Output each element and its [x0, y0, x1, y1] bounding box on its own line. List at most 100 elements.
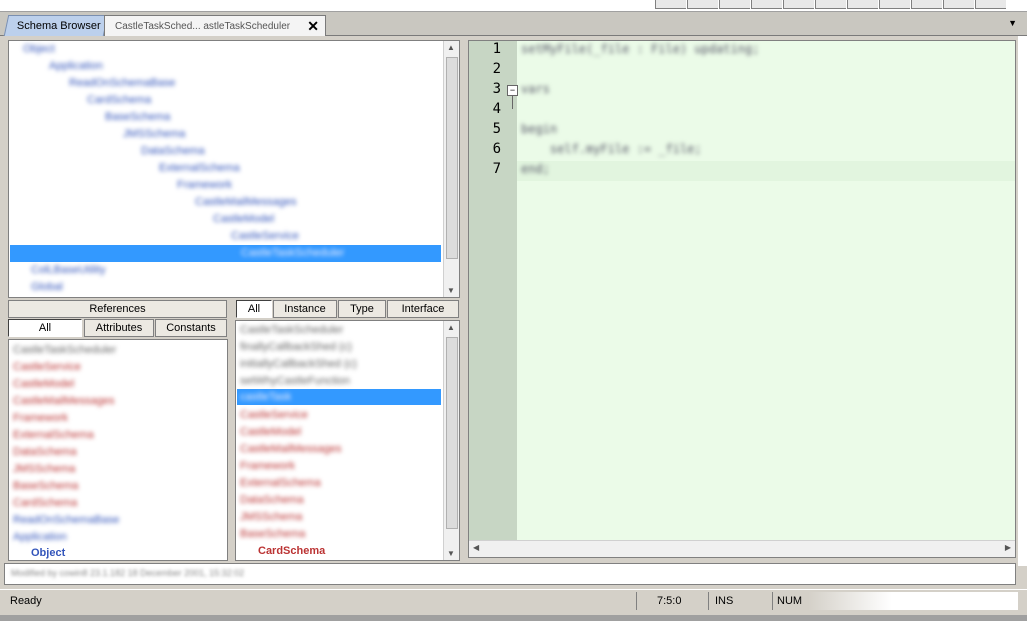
list-item[interactable]: CastleMailMessages [240, 441, 341, 457]
tree-item[interactable]: Object [23, 41, 55, 57]
list-item[interactable]: CastleModel [240, 424, 301, 440]
toolbar-cell[interactable] [943, 0, 974, 9]
list-item[interactable]: ReadOnSchemaBase [13, 512, 119, 528]
current-line-highlight [517, 161, 1015, 181]
line-number: 7 [492, 161, 501, 177]
list-item[interactable]: finallyCallbackShed (c) [240, 339, 352, 355]
tree-item[interactable]: CastleModel [213, 211, 274, 227]
tree-item[interactable]: Application [49, 58, 103, 74]
line-number: 2 [492, 61, 501, 77]
list-item[interactable]: CastleTaskScheduler [240, 322, 343, 338]
list-item[interactable]: CastleMailMessages [13, 393, 114, 409]
tab-label: CastleTaskSched... astleTaskScheduler [115, 21, 291, 32]
status-bar: Ready 7:5:0 INS NUM [0, 589, 1027, 611]
status-cursor-position: 7:5:0 [636, 592, 706, 610]
close-icon[interactable]: ✕ [307, 16, 319, 36]
list-item[interactable]: CastleService [240, 407, 308, 423]
list-item[interactable]: CastleModel [13, 376, 74, 392]
scroll-down-icon[interactable]: ▼ [447, 286, 455, 295]
toolbar-cell[interactable] [975, 0, 1006, 9]
line-number-gutter: 1 2 3 4 5 6 7 − [469, 41, 518, 557]
members-list[interactable]: CastleTaskScheduler finallyCallbackShed … [235, 320, 460, 561]
list-item-selected[interactable]: castleTask [240, 389, 291, 405]
status-insert-mode: INS [708, 592, 770, 610]
toolbar-cell[interactable] [911, 0, 942, 9]
code-editor[interactable]: 1 2 3 4 5 6 7 − setMyFile(_file : File) … [468, 40, 1016, 558]
toolbar-cell[interactable] [783, 0, 814, 9]
code-line[interactable]: begin [521, 119, 557, 139]
list-item[interactable]: Framework [240, 458, 295, 474]
list-item[interactable]: CastleTaskScheduler [13, 342, 116, 358]
list-item[interactable]: BaseSchema [13, 478, 78, 494]
toolbar-cell[interactable] [879, 0, 910, 9]
code-line[interactable]: self.myFile := _file; [521, 139, 702, 159]
tab-interface[interactable]: Interface [387, 300, 459, 318]
tree-item[interactable]: BaseSchema [105, 109, 170, 125]
tab-all-references[interactable]: All [8, 319, 82, 337]
tree-item[interactable]: CardSchema [87, 92, 151, 108]
tree-item-selected[interactable]: CastleTaskScheduler [241, 245, 344, 261]
scroll-right-icon[interactable]: ▶ [1005, 543, 1011, 552]
list-item[interactable]: JMSSchema [13, 461, 75, 477]
list-item[interactable]: ExternalSchema [240, 475, 321, 491]
members-vertical-scrollbar[interactable]: ▲ ▼ [443, 321, 459, 560]
tree-item[interactable]: JMSSchema [123, 126, 185, 142]
tree-item[interactable]: Global [31, 279, 63, 295]
list-item[interactable]: JMSSchema [240, 509, 302, 525]
tab-schema-browser[interactable]: Schema Browser [3, 15, 109, 36]
scroll-left-icon[interactable]: ◀ [473, 543, 479, 552]
tree-vertical-scrollbar[interactable]: ▲ ▼ [443, 41, 459, 297]
tree-item[interactable]: CastleMailMessages [195, 194, 296, 210]
list-item[interactable]: initiallyCallbackShed (c) [240, 356, 357, 372]
window-bottom-border [0, 615, 1027, 621]
list-item[interactable]: DataSchema [240, 492, 304, 508]
tree-item[interactable]: ReadOnSchemaBase [69, 75, 175, 91]
modification-info: Modified by cowin8 23.1.182 18 December … [11, 568, 245, 578]
tab-instance[interactable]: Instance [273, 300, 337, 318]
tab-constants[interactable]: Constants [155, 319, 227, 337]
scroll-thumb[interactable] [446, 337, 458, 529]
tree-item[interactable]: CastleService [231, 228, 299, 244]
tree-item[interactable]: Framework [177, 177, 232, 193]
toolbar-cell[interactable] [687, 0, 718, 9]
code-line[interactable]: vars [521, 79, 550, 99]
references-list[interactable]: CastleTaskScheduler CastleService Castle… [8, 339, 228, 561]
tab-list-dropdown-icon[interactable]: ▼ [1008, 18, 1017, 28]
status-progress-area [808, 592, 1018, 610]
toolbar-cell[interactable] [655, 0, 686, 9]
toolbar-cell[interactable] [719, 0, 750, 9]
scroll-up-icon[interactable]: ▲ [447, 323, 455, 332]
list-item[interactable]: BaseSchema [240, 526, 305, 542]
list-item[interactable]: CardSchema [13, 495, 77, 511]
list-item[interactable]: Object [31, 545, 65, 561]
list-item[interactable]: ExternalSchema [13, 427, 94, 443]
tree-item[interactable]: DataSchema [141, 143, 205, 159]
references-header[interactable]: References [8, 300, 227, 318]
right-edge-panel [1018, 36, 1027, 566]
fold-guide-line [512, 95, 513, 109]
list-item[interactable]: Framework [13, 410, 68, 426]
list-item[interactable]: DataSchema [13, 444, 77, 460]
list-item[interactable]: CastleService [13, 359, 81, 375]
list-item[interactable]: CardSchema [258, 543, 325, 559]
tab-castle-task-scheduler[interactable]: CastleTaskSched... astleTaskScheduler ✕ [104, 15, 326, 36]
list-item[interactable]: setWhyCastleFunction [240, 373, 350, 389]
tree-item[interactable]: ColLBaseUtility [31, 262, 106, 278]
code-line[interactable]: setMyFile(_file : File) updating; [521, 39, 759, 59]
toolbar-cell[interactable] [815, 0, 846, 9]
code-line[interactable]: end; [521, 159, 550, 179]
tab-type[interactable]: Type [338, 300, 386, 318]
tab-all-members[interactable]: All [236, 300, 272, 318]
toolbar-cell[interactable] [751, 0, 782, 9]
tree-item[interactable]: ExternalSchema [159, 160, 240, 176]
scroll-up-icon[interactable]: ▲ [447, 43, 455, 52]
toolbar-cell[interactable] [847, 0, 878, 9]
list-item[interactable]: Application [13, 529, 67, 545]
message-bar: Modified by cowin8 23.1.182 18 December … [4, 563, 1016, 585]
scroll-thumb[interactable] [446, 57, 458, 259]
tab-attributes[interactable]: Attributes [84, 319, 154, 337]
status-num-lock: NUM [772, 592, 808, 610]
class-hierarchy-tree[interactable]: Object Application ReadOnSchemaBase Card… [8, 40, 460, 298]
editor-horizontal-scrollbar[interactable]: ◀ ▶ [469, 540, 1015, 557]
scroll-down-icon[interactable]: ▼ [447, 549, 455, 558]
